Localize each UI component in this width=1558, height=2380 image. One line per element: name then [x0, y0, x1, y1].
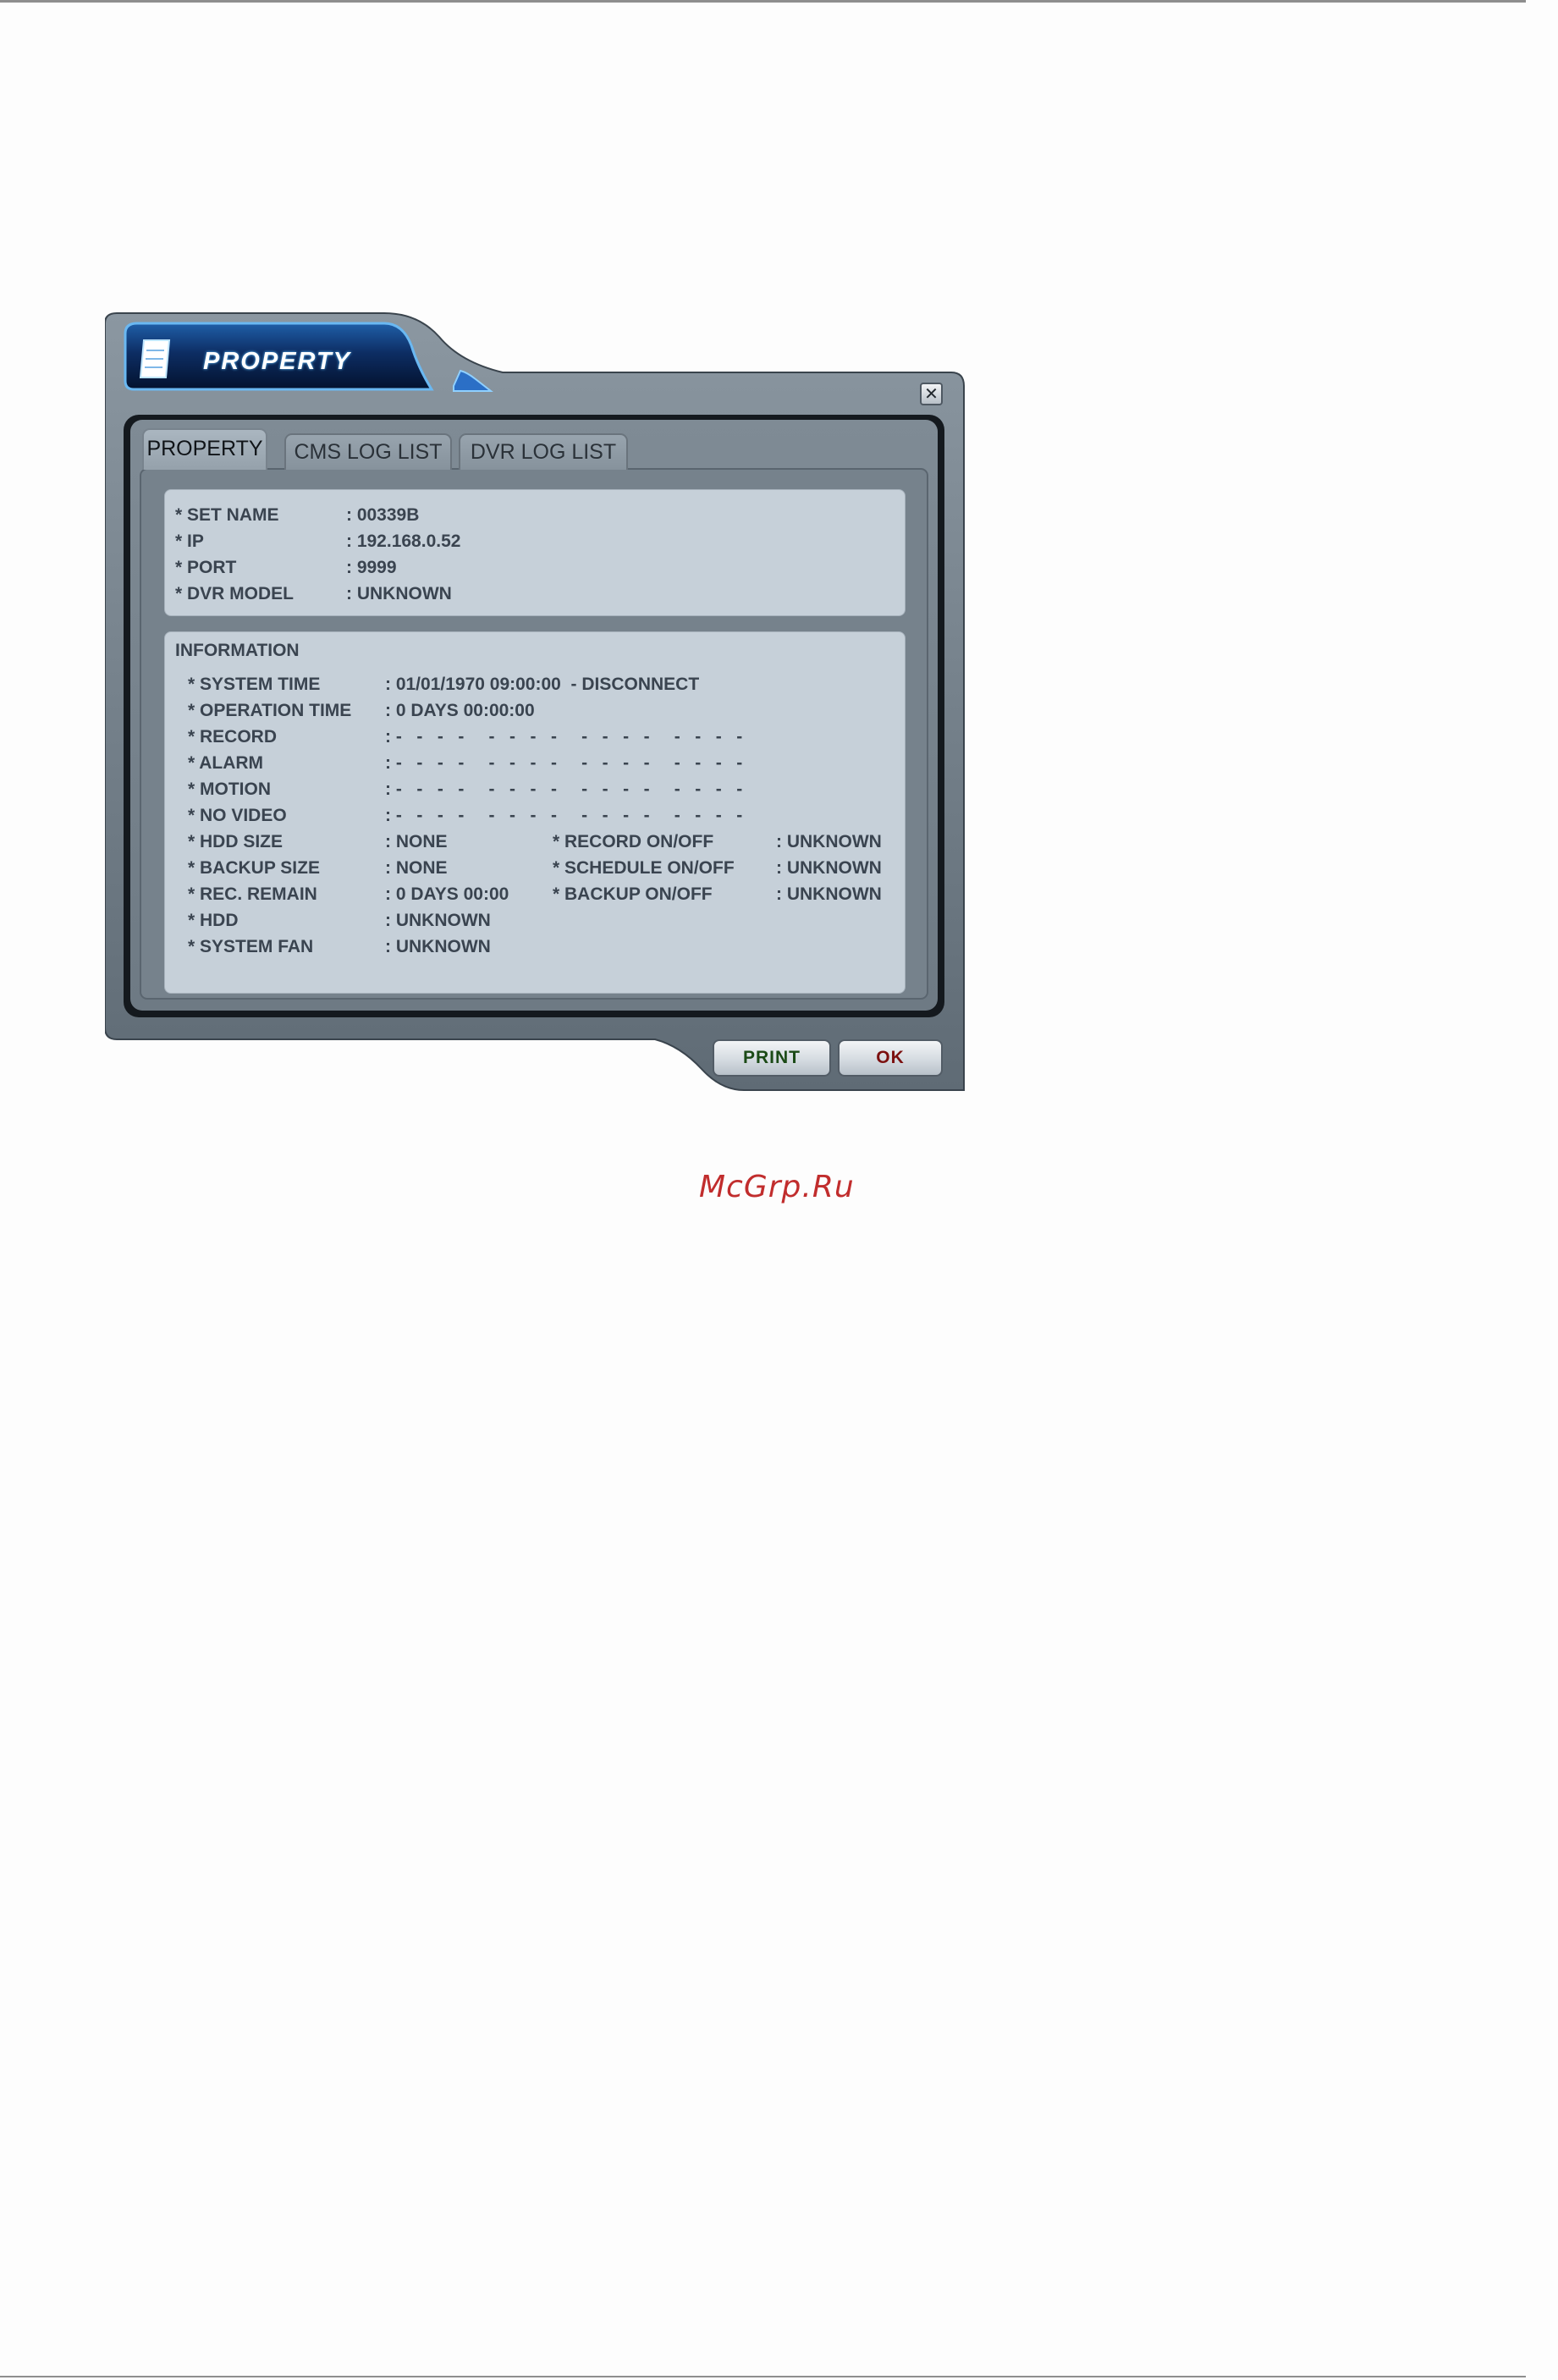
port-label: * PORT [175, 558, 237, 577]
ok-button[interactable]: OK [838, 1039, 943, 1077]
backup-size-value: : NONE [385, 858, 448, 878]
window-title: PROPERTY [203, 348, 352, 375]
schedule-onoff-label: * SCHEDULE ON/OFF [553, 858, 735, 878]
information-panel: INFORMATION * SYSTEM TIME : 01/01/1970 0… [164, 631, 906, 994]
tab-property[interactable]: PROPERTY [142, 428, 267, 470]
backup-onoff-value: : UNKNOWN [776, 884, 882, 904]
hdd-size-value: : NONE [385, 832, 448, 851]
system-time-label: * SYSTEM TIME [188, 675, 321, 694]
rec-remain-value: : 0 DAYS 00:00 [385, 884, 509, 904]
system-fan-label: * SYSTEM FAN [188, 937, 314, 956]
alarm-label: * ALARM [188, 753, 264, 773]
record-label: * RECORD [188, 727, 278, 747]
hdd-label: * HDD [188, 911, 239, 930]
notepad-icon [139, 339, 171, 378]
operation-time-value: : 0 DAYS 00:00:00 [385, 701, 535, 720]
backup-onoff-label: * BACKUP ON/OFF [553, 884, 713, 904]
dvr-model-value: : UNKNOWN [346, 584, 452, 603]
page-top-rule [0, 0, 1526, 3]
hdd-size-label: * HDD SIZE [188, 832, 284, 851]
record-value: : - - - - - - - - - - - - - - - - [385, 727, 743, 747]
device-panel: * SET NAME : 00339B * IP : 192.168.0.52 … [164, 489, 906, 616]
rec-remain-label: * REC. REMAIN [188, 884, 317, 904]
no-video-value: : - - - - - - - - - - - - - - - - [385, 806, 743, 825]
alarm-value: : - - - - - - - - - - - - - - - - [385, 753, 743, 773]
set-name-value: : 00339B [346, 505, 420, 525]
ip-label: * IP [175, 532, 204, 551]
record-onoff-label: * RECORD ON/OFF [553, 832, 714, 851]
print-button[interactable]: PRINT [713, 1039, 831, 1077]
operation-time-label: * OPERATION TIME [188, 701, 352, 720]
system-fan-value: : UNKNOWN [385, 937, 491, 956]
schedule-onoff-value: : UNKNOWN [776, 858, 882, 878]
record-onoff-value: : UNKNOWN [776, 832, 882, 851]
motion-value: : - - - - - - - - - - - - - - - - [385, 780, 743, 799]
set-name-label: * SET NAME [175, 505, 279, 525]
ip-value: : 192.168.0.52 [346, 532, 461, 551]
page-bottom-rule [0, 2376, 1526, 2377]
no-video-label: * NO VIDEO [188, 806, 287, 825]
close-icon[interactable]: ✕ [920, 383, 943, 405]
port-value: : 9999 [346, 558, 397, 577]
dvr-model-label: * DVR MODEL [175, 584, 295, 603]
watermark-text: McGrp.Ru [699, 1170, 855, 1204]
hdd-value: : UNKNOWN [385, 911, 491, 930]
backup-size-label: * BACKUP SIZE [188, 858, 320, 878]
tab-dvr-log-list[interactable]: DVR LOG LIST [459, 433, 628, 470]
information-heading: INFORMATION [175, 641, 300, 660]
tab-cms-log-list[interactable]: CMS LOG LIST [284, 433, 452, 470]
motion-label: * MOTION [188, 780, 271, 799]
property-dialog: PROPERTY ✕ PROPERTY CMS LOG LIST DVR LOG… [105, 311, 966, 1092]
system-time-value: : 01/01/1970 09:00:00 - DISCONNECT [385, 675, 700, 694]
